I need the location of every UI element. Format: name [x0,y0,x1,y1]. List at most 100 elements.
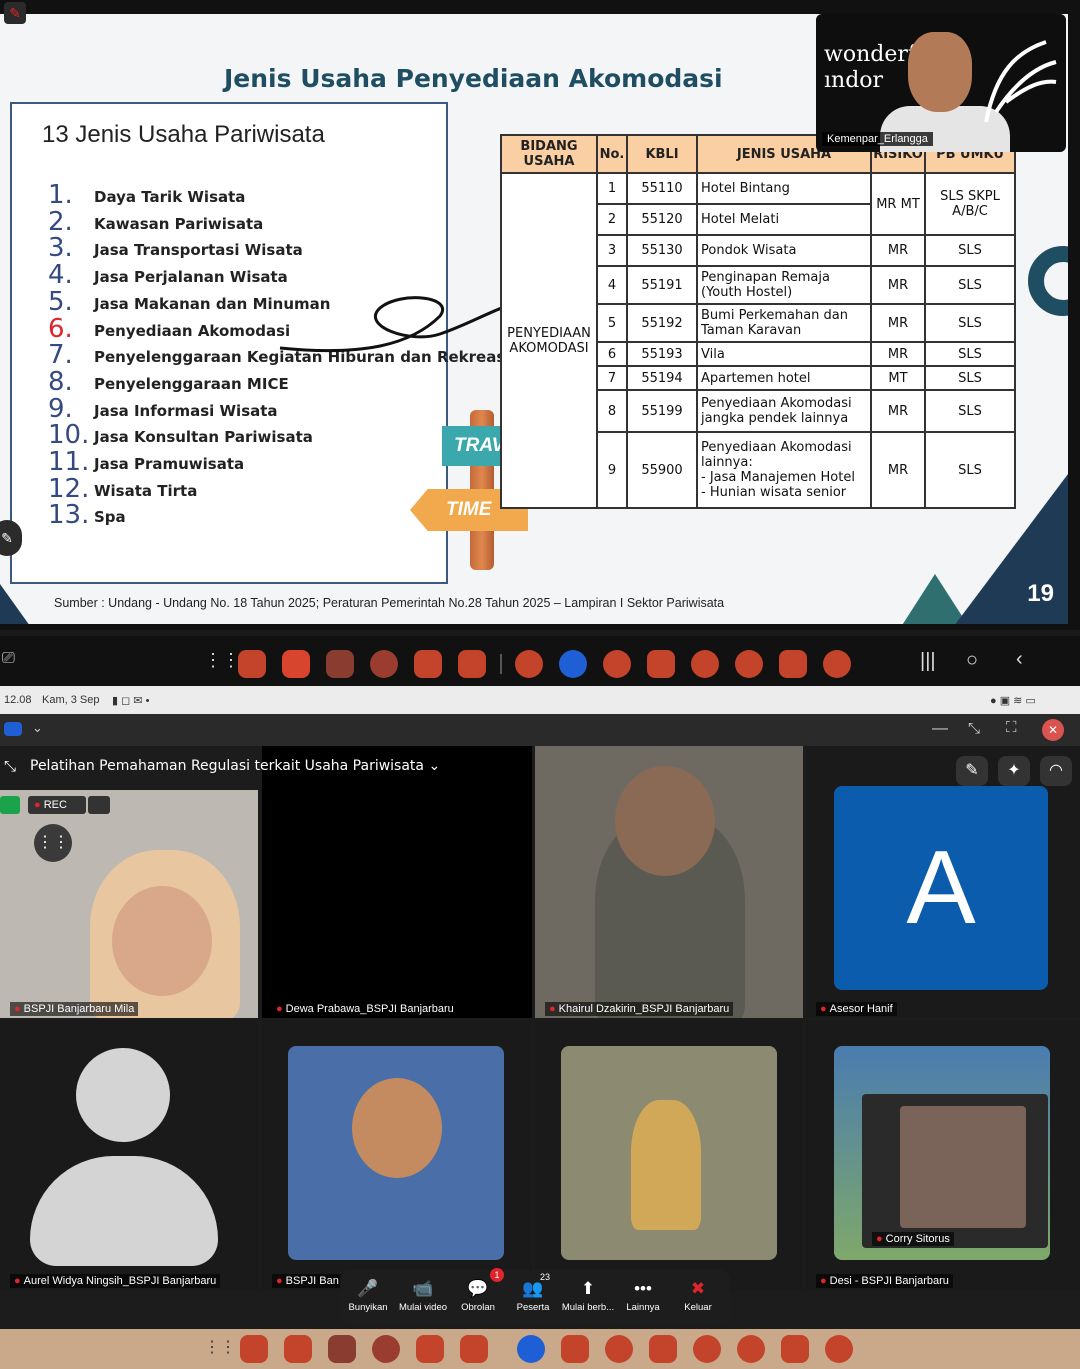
list-item-text: Penyediaan Akomodasi [94,321,291,340]
participant-name: ● BSPJI Ban [272,1274,343,1288]
participant-name-text: BSPJI Ban [285,1275,339,1287]
whatsapp-icon[interactable] [605,1335,633,1363]
speaker-face [908,32,972,112]
more-icon: ••• [634,1279,652,1298]
screen-share-icon[interactable] [561,1335,589,1363]
browser-icon[interactable] [372,1335,400,1363]
share-button[interactable]: ⬆ Mulai berb... [560,1276,616,1313]
list-item-text: Jasa Informasi Wisata [94,401,278,420]
keypad-icon[interactable]: ⋮⋮ [34,824,72,862]
mic-muted-icon: ● [549,1003,556,1015]
speaker-name: Kemenpar_Erlangga [822,132,933,146]
pip-name-text: Corry Sitorus [885,1233,950,1245]
recents-icon[interactable]: ||| [920,650,936,673]
calculator-icon[interactable] [649,1335,677,1363]
participant-face [112,886,212,996]
leave-button[interactable]: ✖ Keluar [670,1276,726,1313]
more-button[interactable]: ••• Lainnya [615,1276,671,1313]
back-icon[interactable]: ‹ [1016,648,1023,671]
participant-tile[interactable]: ● Aurel Widya Ningsih_BSPJI Banjarbaru [0,1020,258,1290]
participants-button[interactable]: 👥 Peserta [505,1276,561,1313]
kbli-cell: 55120 [626,203,698,236]
camera-app-icon[interactable] [414,650,442,678]
youtube-icon[interactable] [779,650,807,678]
zoom-icon[interactable] [559,650,587,678]
rec-indicator[interactable]: ● REC [28,796,86,814]
collapse-icon[interactable]: ⤡ [4,758,16,775]
youtube-icon[interactable] [781,1335,809,1363]
participant-name-text: Desi - BSPJI Banjarbaru [829,1275,949,1287]
participant-tile[interactable]: A ● Asesor Hanif [806,746,1080,1018]
mic-muted-icon: ● [820,1275,827,1287]
chat-app-icon[interactable] [328,1335,356,1363]
list-item-number: 8. [48,366,73,397]
participant-tile[interactable]: ● BSPJI Banjarbaru Mila [0,790,258,1018]
app-icon[interactable] [240,1335,268,1363]
list-item-text: Kawasan Pariwisata [94,214,264,233]
list-item-text: Jasa Pramuwisata [94,455,245,473]
browser-icon[interactable] [370,650,398,678]
pb-cell: SLS [924,341,1016,367]
canva-icon[interactable] [737,1335,765,1363]
mail-icon[interactable] [460,1335,488,1363]
pinwheel-icon[interactable] [823,650,851,678]
risiko-cell: MR [870,234,926,267]
whiteboard-icon[interactable]: ✎ [956,756,988,786]
restore-icon[interactable]: ⤡ [968,720,980,737]
speaker-video[interactable]: wonderf ındor Kemenpar_Erlangga [816,14,1066,152]
share-icon: ⬆ [580,1279,596,1298]
risiko-cell: MR [870,431,926,509]
list-item-number: 13. [48,500,90,531]
list-item-text: Penyelenggaraan MICE [94,374,289,393]
list-item-number: 6. [48,313,73,344]
play-store-icon[interactable] [691,650,719,678]
headphones-icon[interactable]: ◠ [1040,756,1072,786]
chevron-down-icon[interactable]: ⌄ [32,720,43,736]
participant-tile[interactable]: ● Khairul Dzakirin_BSPJI Banjarbaru [535,746,803,1018]
app-icon[interactable] [238,650,266,678]
participant-name-text: Khairul Dzakirin_BSPJI Banjarbaru [558,1003,730,1015]
participant-tile[interactable]: ● BSPJI Ban [262,1020,532,1290]
caption-icon[interactable] [88,796,110,814]
mic-off-icon[interactable]: ✎ [4,2,26,24]
toolbar-label: Lainnya [626,1302,660,1313]
folder-icon[interactable] [284,1335,312,1363]
canva-icon[interactable] [735,650,763,678]
toolbar-label: Peserta [516,1302,550,1313]
participant-tile[interactable] [535,1020,803,1290]
pinwheel-icon[interactable] [825,1335,853,1363]
rec-dot-icon: ● [34,799,41,811]
dock-separator [500,654,502,674]
risiko-cell: MR [870,265,926,305]
app-grid-icon[interactable]: ⋮⋮ [204,650,240,671]
whatsapp-icon[interactable] [603,650,631,678]
no-cell: 9 [596,431,628,509]
participant-name: ● Desi - BSPJI Banjarbaru [816,1274,953,1288]
mail-icon[interactable] [458,650,486,678]
screen-icon[interactable]: ⎚ [2,650,15,668]
start-video-button[interactable]: 📹 Mulai video [395,1276,451,1313]
app-grid-icon[interactable]: ⋮⋮ [204,1337,236,1357]
participant-face [615,766,715,876]
kbli-cell: 55199 [626,389,698,433]
pb-cell: SLS [924,265,1016,305]
zoom-icon[interactable] [517,1335,545,1363]
unmute-button[interactable]: 🎤 Bunyikan [340,1276,396,1313]
calculator-icon[interactable] [647,650,675,678]
camera-app-icon[interactable] [416,1335,444,1363]
minimize-icon[interactable]: — [932,720,948,738]
folder-icon[interactable] [282,650,310,678]
chat-app-icon[interactable] [326,650,354,678]
ai-companion-icon[interactable]: ✦ [998,756,1030,786]
participant-tile[interactable]: ● Dewa Prabawa_BSPJI Banjarbaru [262,746,532,1018]
home-icon[interactable]: ○ [966,649,978,672]
jenis-cell: Penyediaan Akomodasi jangka pendek lainn… [696,389,872,433]
jenis-cell: Apartemen hotel [696,365,872,391]
pip-video[interactable]: ● Corry Sitorus [862,1094,1048,1248]
close-icon[interactable]: ✕ [1042,719,1064,741]
meeting-title[interactable]: Pelatihan Pemahaman Regulasi terkait Usa… [30,758,440,774]
flower-app-icon[interactable] [515,650,543,678]
play-store-icon[interactable] [693,1335,721,1363]
decor-corner-left [0,584,40,624]
fullscreen-icon[interactable]: ⛶ [1006,719,1017,736]
